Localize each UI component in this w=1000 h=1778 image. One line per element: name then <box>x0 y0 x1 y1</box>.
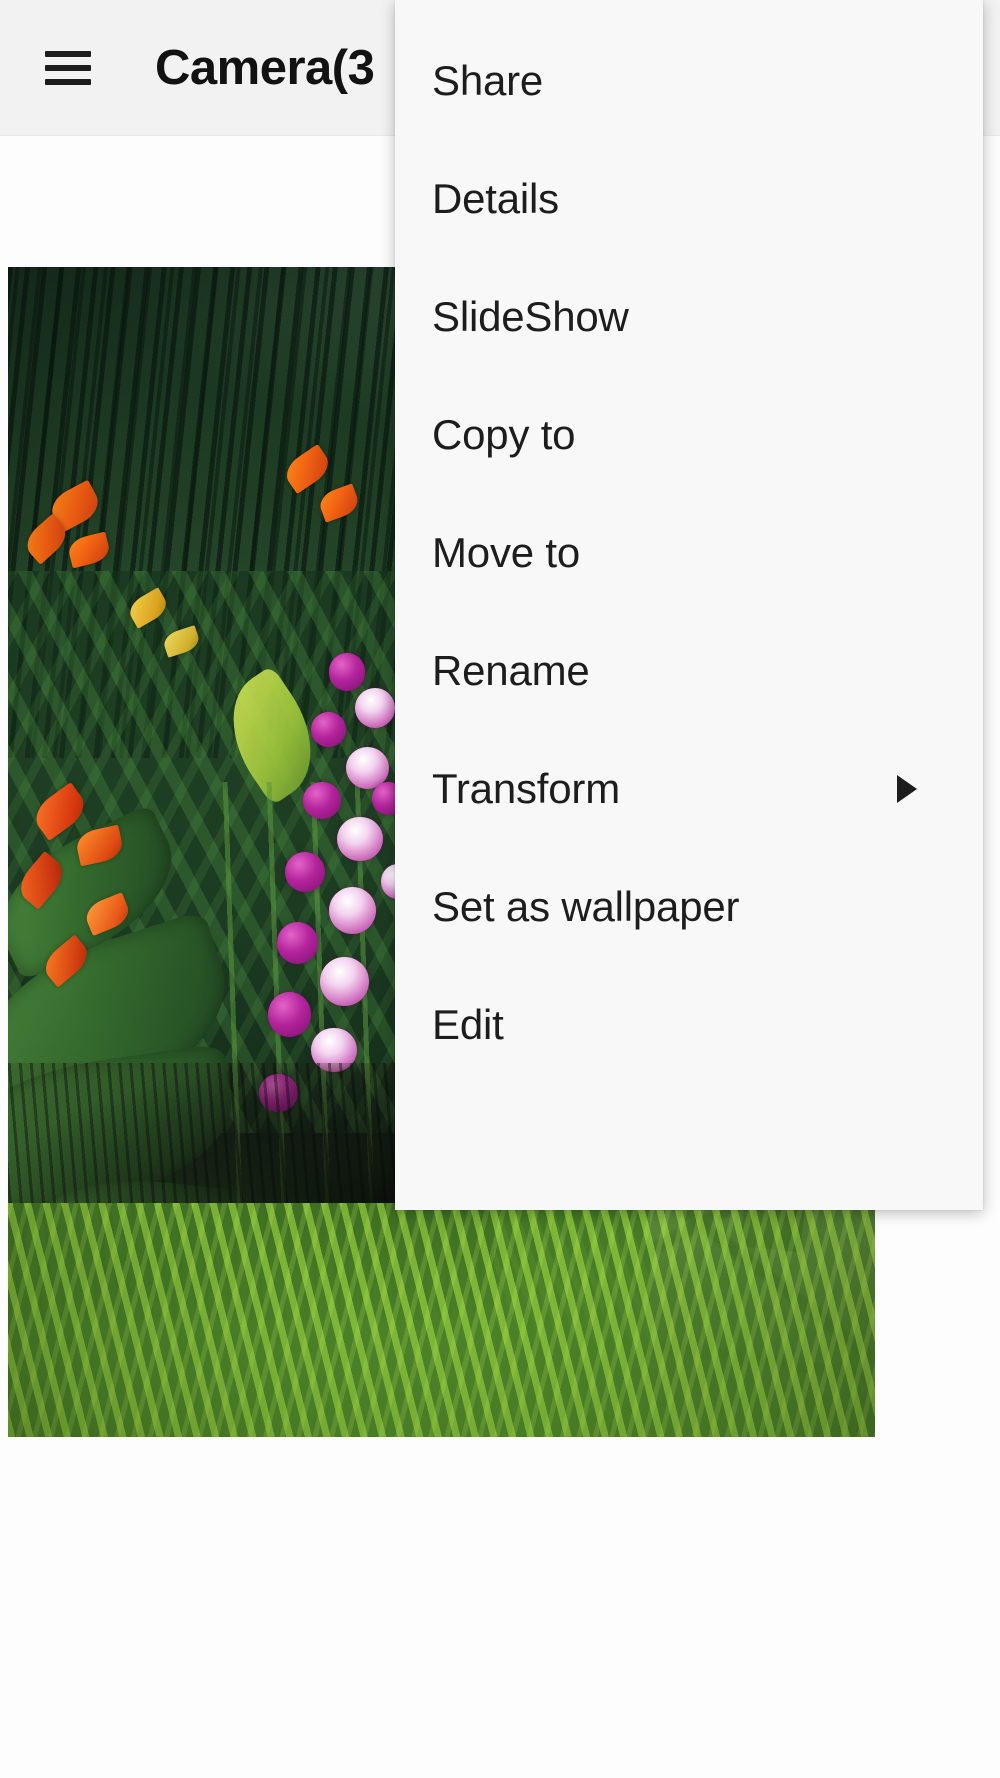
menu-item-rename[interactable]: Rename <box>395 612 983 730</box>
menu-item-copy-to[interactable]: Copy to <box>395 376 983 494</box>
menu-item-edit[interactable]: Edit <box>395 966 983 1084</box>
overflow-menu: Share Details SlideShow Copy to Move to … <box>395 0 983 1210</box>
hamburger-bar <box>45 50 91 57</box>
menu-item-transform[interactable]: Transform <box>395 730 983 848</box>
menu-item-label: Details <box>432 175 559 222</box>
menu-item-label: SlideShow <box>432 293 629 340</box>
hamburger-icon[interactable] <box>45 50 91 85</box>
menu-item-label: Rename <box>432 647 590 694</box>
menu-item-move-to[interactable]: Move to <box>395 494 983 612</box>
menu-item-set-as-wallpaper[interactable]: Set as wallpaper <box>395 848 983 966</box>
menu-item-label: Transform <box>432 765 620 812</box>
hamburger-bar <box>45 78 91 85</box>
menu-item-label: Edit <box>432 1001 504 1048</box>
menu-item-slideshow[interactable]: SlideShow <box>395 258 983 376</box>
page-title: Camera(3 <box>155 40 375 95</box>
hamburger-bar <box>45 64 91 71</box>
menu-item-label: Share <box>432 57 544 104</box>
menu-item-share[interactable]: Share <box>395 22 983 140</box>
menu-item-details[interactable]: Details <box>395 140 983 258</box>
menu-item-label: Set as wallpaper <box>432 883 740 930</box>
menu-item-label: Copy to <box>432 411 576 458</box>
menu-item-label: Move to <box>432 529 580 576</box>
chevron-right-icon <box>897 775 917 803</box>
